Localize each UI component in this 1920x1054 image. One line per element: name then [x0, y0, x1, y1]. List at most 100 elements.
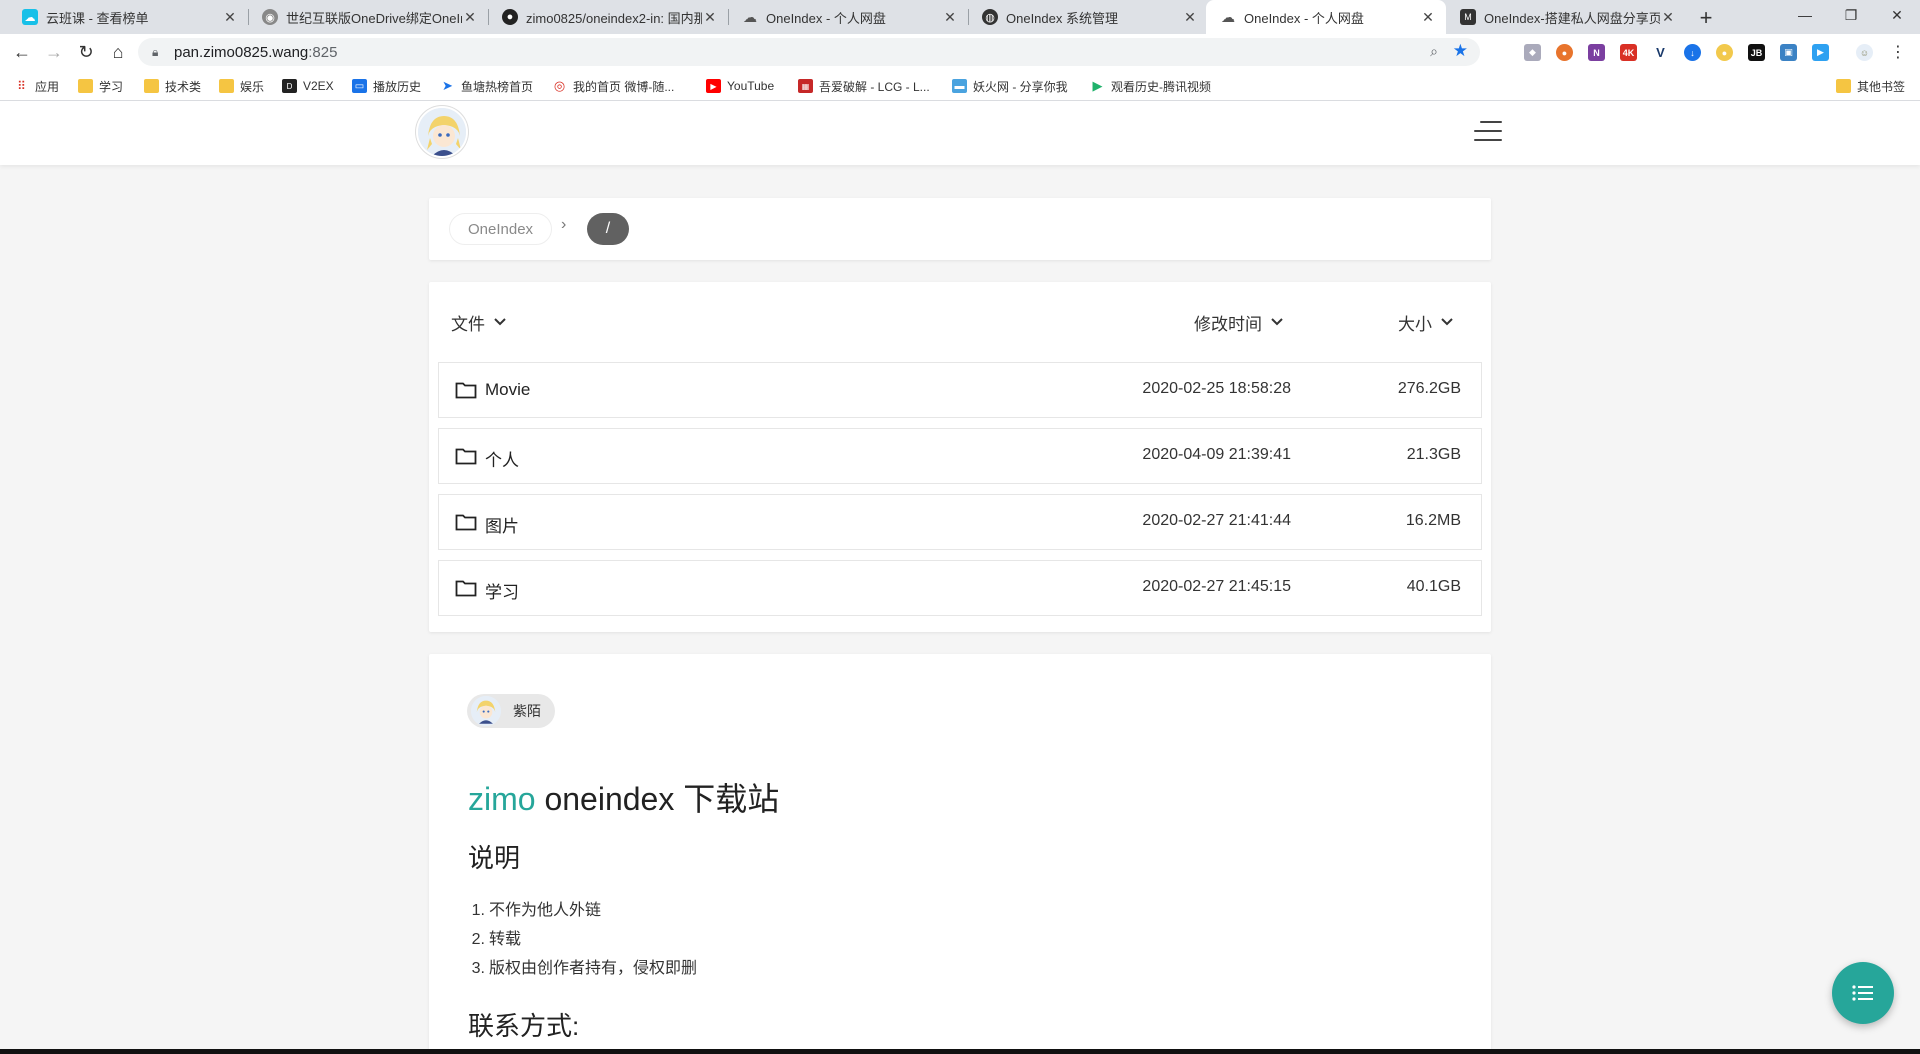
bookmark-v2ex[interactable]: D V2EX	[282, 77, 334, 95]
file-modified: 2020-02-25 18:58:28	[1142, 380, 1291, 397]
new-tab-button[interactable]: +	[1692, 4, 1720, 32]
bookmark-star-icon[interactable]: ★	[1453, 41, 1468, 61]
browser-tab[interactable]: ☁ OneIndex - 个人网盘 ✕	[728, 0, 968, 34]
address-bar[interactable]: 🔒︎ pan.zimo0825.wang:825 ⌕ ★	[138, 38, 1480, 66]
duck-extension-icon[interactable]: ●	[1716, 44, 1733, 61]
back-arrow-icon[interactable]: ←	[8, 38, 36, 66]
bookmark-label: 吾爱破解 - LCG - L...	[819, 79, 930, 94]
bookmark-tencent-video[interactable]: ▶ 观看历史-腾讯视频	[1090, 77, 1212, 95]
bookmarks-bar: ⠿ 应用 学习 技术类 娱乐 D V2EX ▭ 播放历史 ➤ 鱼塘热榜首页 ◎ …	[0, 70, 1920, 101]
profile-avatar-icon[interactable]: ☺	[1856, 44, 1873, 61]
browser-tab-strip: ☁ 云班课 - 查看榜单 ✕ ◉ 世纪互联版OneDrive绑定OneIn ✕ …	[0, 0, 1920, 34]
v-extension-icon[interactable]: V	[1652, 44, 1669, 61]
ghost-icon: ◉	[262, 9, 278, 25]
close-tab-icon[interactable]: ✕	[1660, 9, 1676, 25]
file-size: 16.2MB	[1405, 512, 1461, 529]
readme-section-contact: 联系方式:	[468, 1011, 580, 1041]
close-tab-icon[interactable]: ✕	[462, 9, 478, 25]
browser-tab[interactable]: ◍ OneIndex 系统管理 ✕	[968, 0, 1208, 34]
bookmark-fish[interactable]: ➤ 鱼塘热榜首页	[440, 77, 533, 95]
menu-hamburger-icon[interactable]	[1474, 121, 1502, 145]
table-row[interactable]: 学习 2020-02-27 21:45:15 40.1GB	[438, 560, 1482, 616]
readme-notes-list: 1. 不作为他人外链 2. 转载 3. 版权由创作者持有，侵权即删	[468, 896, 697, 983]
file-name[interactable]: 个人	[485, 446, 519, 471]
tab-title: OneIndex 系统管理	[1006, 10, 1118, 26]
table-row[interactable]: 个人 2020-04-09 21:39:41 21.3GB	[438, 428, 1482, 484]
tab-title: 世纪互联版OneDrive绑定OneIn	[286, 10, 462, 26]
browser-menu-icon[interactable]: ⋮	[1884, 38, 1912, 66]
file-name[interactable]: Movie	[485, 380, 530, 400]
forward-arrow-icon[interactable]: →	[40, 38, 68, 66]
sort-by-name[interactable]: 文件	[451, 282, 507, 362]
tencent-video-icon: ▶	[1092, 78, 1103, 93]
jb-extension-icon[interactable]: JB	[1748, 44, 1765, 61]
4k-extension-icon[interactable]: 4K	[1620, 44, 1637, 61]
home-icon[interactable]: ⌂	[104, 38, 132, 66]
breadcrumb-current[interactable]: /	[587, 213, 629, 245]
tampermonkey-icon[interactable]: ●	[1556, 44, 1573, 61]
v2ex-icon: D	[282, 79, 297, 93]
readme-title-accent: zimo	[468, 781, 536, 817]
bookmark-label: 技术类	[165, 79, 202, 94]
cloud-icon: ☁	[1221, 8, 1235, 25]
reload-icon[interactable]: ↻	[72, 38, 100, 66]
table-row[interactable]: Movie 2020-02-25 18:58:28 276.2GB	[438, 362, 1482, 418]
browser-tab[interactable]: ☁ 云班课 - 查看榜单 ✕	[8, 0, 248, 34]
file-modified: 2020-04-09 21:39:41	[1142, 446, 1291, 463]
chevron-down-icon	[1441, 318, 1453, 326]
tv-icon: ▭	[352, 79, 367, 93]
close-tab-icon[interactable]: ✕	[222, 9, 238, 25]
close-window-button[interactable]: ✕	[1874, 0, 1920, 30]
tv-extension-icon[interactable]: ▶	[1812, 44, 1829, 61]
tab-title: OneIndex - 个人网盘	[1244, 10, 1364, 26]
close-tab-icon[interactable]: ✕	[702, 9, 718, 25]
file-name[interactable]: 图片	[485, 512, 519, 537]
bookmark-folder[interactable]: 娱乐	[219, 77, 264, 95]
bookmark-label: 其他书签	[1857, 79, 1906, 94]
close-tab-icon[interactable]: ✕	[1182, 9, 1198, 25]
bookmark-other[interactable]: 其他书签	[1836, 77, 1905, 95]
bookmark-folder[interactable]: 技术类	[144, 77, 201, 95]
bookmark-yaohuo[interactable]: ▬ 妖火网 - 分享你我	[952, 77, 1068, 95]
bookmark-folder[interactable]: 学习	[78, 77, 123, 95]
zoom-icon[interactable]: ⌕	[1430, 43, 1438, 60]
bookmark-bilibili[interactable]: ▭ 播放历史	[352, 77, 421, 95]
close-tab-icon[interactable]: ✕	[942, 9, 958, 25]
sort-by-size[interactable]: 大小	[1398, 282, 1454, 362]
bookmark-label: V2EX	[303, 79, 334, 93]
chat-bubble-icon: ▬	[952, 79, 967, 93]
site-logo-avatar[interactable]	[416, 106, 468, 158]
page: OneIndex › / 文件 修改时间 大小 Movie 2020-02-25…	[0, 101, 1920, 1054]
browser-tab[interactable]: ● zimo0825/oneindex2-in: 国内那 ✕	[488, 0, 728, 34]
bookmark-weibo[interactable]: ◎ 我的首页 微博-随...	[552, 77, 675, 95]
table-row[interactable]: 图片 2020-02-27 21:41:44 16.2MB	[438, 494, 1482, 550]
chevron-down-icon	[1271, 318, 1283, 326]
bookmark-apps[interactable]: ⠿ 应用	[14, 77, 59, 95]
restore-window-button[interactable]: ❐	[1828, 0, 1874, 30]
bookmark-label: 应用	[35, 79, 60, 94]
chevron-right-icon: ›	[561, 216, 567, 233]
breadcrumb-home[interactable]: OneIndex	[449, 213, 553, 245]
apps-grid-icon: ⠿	[17, 79, 26, 93]
shield-extension-icon[interactable]: ◆	[1524, 44, 1541, 61]
weibo-icon: ◎	[553, 78, 566, 93]
author-chip[interactable]: 紫陌	[467, 694, 555, 728]
close-tab-icon[interactable]: ✕	[1420, 9, 1436, 25]
sort-by-modified[interactable]: 修改时间	[1194, 282, 1284, 362]
download-extension-icon[interactable]: ↓	[1684, 44, 1701, 61]
folder-icon	[455, 514, 477, 531]
minimize-window-button[interactable]: —	[1782, 0, 1828, 30]
browser-tab[interactable]: M OneIndex-搭建私人网盘分享页 ✕	[1446, 0, 1686, 34]
folder-icon	[1836, 79, 1851, 93]
file-name[interactable]: 学习	[485, 578, 519, 603]
bookmark-youtube[interactable]: ▶ YouTube	[706, 77, 774, 95]
onenote-icon[interactable]: N	[1588, 44, 1605, 61]
file-modified: 2020-02-27 21:41:44	[1142, 512, 1291, 529]
browser-tab-active[interactable]: ☁ OneIndex - 个人网盘 ✕	[1206, 0, 1446, 34]
screenshot-extension-icon[interactable]: ▣	[1780, 44, 1797, 61]
bookmark-52pojie[interactable]: ▦ 吾爱破解 - LCG - L...	[798, 77, 930, 95]
chevron-down-icon	[494, 318, 506, 326]
toc-fab-button[interactable]	[1832, 962, 1894, 1024]
file-size: 40.1GB	[1406, 578, 1461, 595]
browser-tab[interactable]: ◉ 世纪互联版OneDrive绑定OneIn ✕	[248, 0, 488, 34]
